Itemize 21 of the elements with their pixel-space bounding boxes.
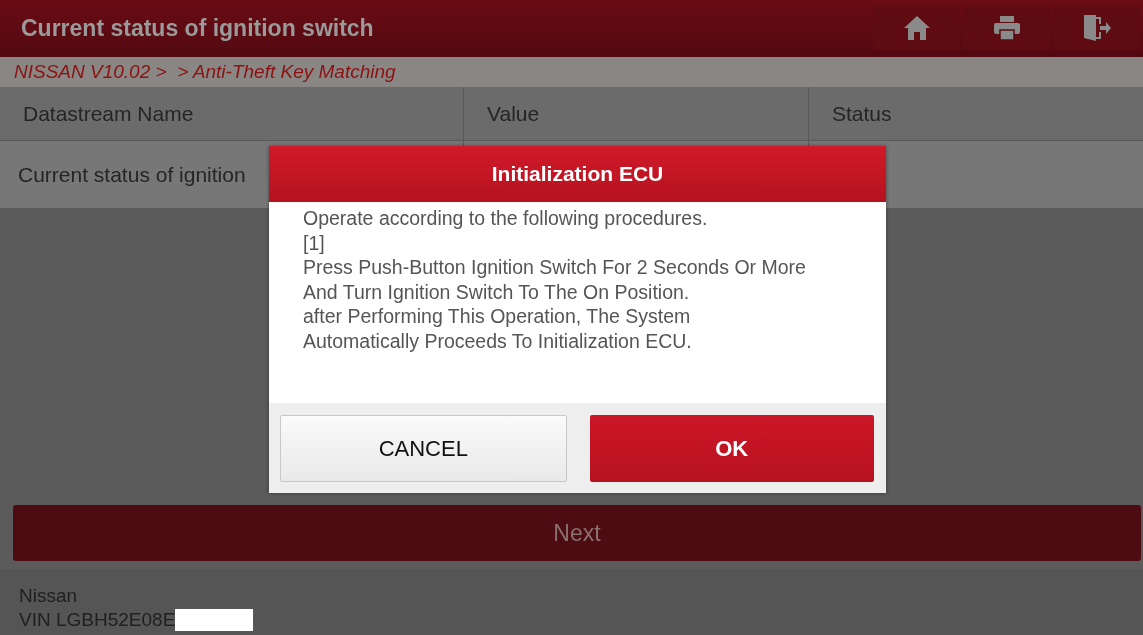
print-button[interactable] [963,6,1050,49]
column-header: Status [808,87,1143,140]
home-icon [902,14,931,41]
column-header: Value [463,87,808,140]
message-line: Operate according to the following procedures. [303,206,709,231]
exit-icon [1081,13,1112,42]
page-title: Current status of ignition switch [21,15,374,42]
exit-button[interactable] [1053,6,1140,49]
ok-button[interactable]: OK [589,415,874,482]
message-line: Automatically Proceeds To Initialization ECU. [303,328,693,354]
message-line: after Performing This Operation, The System [303,304,692,329]
message-line: Press Push-Button Ignition Switch For 2 Seconds Or More [303,255,807,280]
next-button[interactable]: Next [13,505,1141,561]
message-line: [1] [303,230,326,256]
dialog-title: Initialization ECU [269,146,886,202]
table-cell-text: Current status of ignition [17,161,247,188]
home-button[interactable] [873,6,960,49]
message-line: And Turn Ignition Switch To The On Position. [303,279,691,305]
cancel-button[interactable]: CANCEL [280,415,567,482]
column-header: Datastream Name [22,100,195,127]
printer-icon [992,14,1021,41]
